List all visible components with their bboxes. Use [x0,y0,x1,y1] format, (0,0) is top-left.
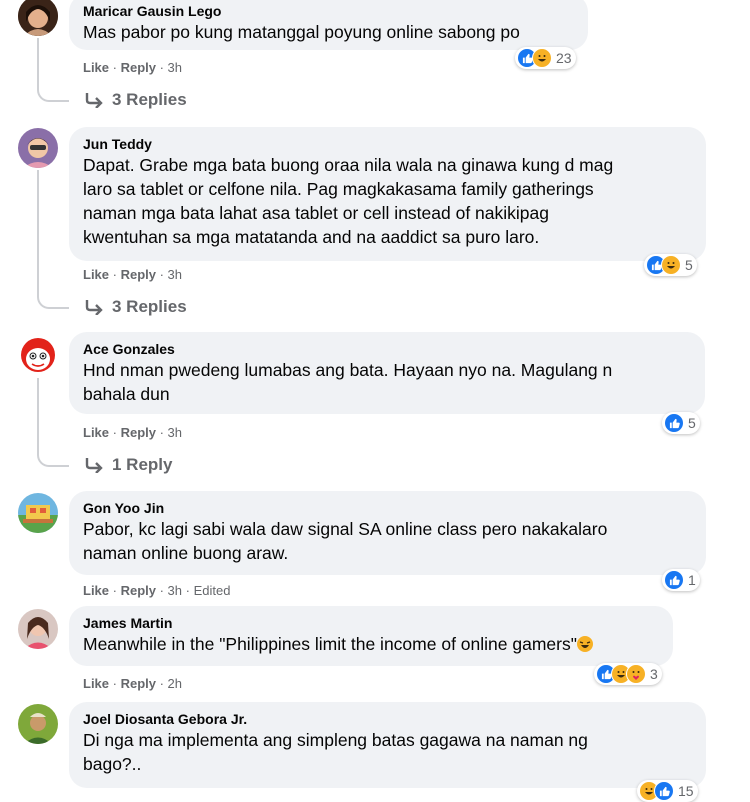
comment-bubble: Maricar Gausin Lego Mas pabor po kung ma… [69,0,588,50]
reply-arrow-icon [85,300,103,315]
avatar[interactable] [18,335,58,375]
reaction-summary[interactable]: 15 [637,780,698,802]
view-replies-button[interactable]: 3 Replies [84,297,187,317]
comment-text-line: Di nga ma implementa ang simpleng batas … [83,730,588,750]
reaction-count: 15 [678,783,694,799]
reply-button[interactable]: Reply [121,676,156,691]
edited-label[interactable]: Edited [194,583,231,598]
comment-bubble: James Martin Meanwhile in the "Philippin… [69,606,673,666]
comment-actions: Like · Reply · 3h [83,60,183,75]
thread-curve [37,86,69,102]
thread-curve [37,451,69,467]
comment-author[interactable]: Jun Teddy [83,135,692,153]
replies-label: 1 Reply [112,455,173,474]
avatar[interactable] [18,704,58,744]
thread-curve [37,293,69,309]
comment-text-line: Dapat. Grabe mga bata buong oraa nila wa… [83,155,614,175]
reaction-count: 3 [650,666,658,682]
comment-text-line: bahala dun [83,384,170,404]
replies-label: 3 Replies [112,297,187,316]
comment-actions: Like · Reply · 2h [83,676,183,691]
thread-line [37,38,39,86]
comment-author[interactable]: Maricar Gausin Lego [83,2,574,20]
comment-timestamp[interactable]: 3h [168,60,182,75]
reply-button[interactable]: Reply [121,425,156,440]
like-reaction-icon [664,570,684,590]
like-button[interactable]: Like [83,425,109,440]
reaction-count: 1 [688,572,696,588]
reply-arrow-icon [85,458,103,473]
comment-text-line: naman online buong araw. [83,543,289,563]
avatar[interactable] [18,0,58,36]
comment-actions: Like · Reply · 3h [83,425,183,440]
comment-text-line: Pabor, kc lagi sabi wala daw signal SA o… [83,519,608,539]
comment-bubble: Gon Yoo Jin Pabor, kc lagi sabi wala daw… [69,491,706,575]
comment-text-line: kwentuhan sa mga matatanda and na aaddic… [83,227,540,247]
like-button[interactable]: Like [83,676,109,691]
comment-author[interactable]: James Martin [83,614,659,632]
view-replies-button[interactable]: 1 Reply [84,455,172,475]
care-reaction-icon [626,664,646,684]
comment-timestamp[interactable]: 3h [168,267,182,282]
comment-text: Mas pabor po kung matanggal poyung onlin… [83,22,520,42]
view-replies-button[interactable]: 3 Replies [84,90,187,110]
replies-label: 3 Replies [112,90,187,109]
comment-text-content: Meanwhile in the "Philippines limit the … [83,634,577,654]
like-button[interactable]: Like [83,583,109,598]
thread-line [37,378,39,451]
laughing-emoji-icon [576,636,593,652]
reply-button[interactable]: Reply [121,583,156,598]
reaction-count: 23 [556,50,572,66]
like-reaction-icon [654,781,674,801]
comment-bubble: Ace Gonzales Hnd nman pwedeng lumabas an… [69,332,705,414]
comment-bubble: Jun Teddy Dapat. Grabe mga bata buong or… [69,127,706,261]
reply-button[interactable]: Reply [121,267,156,282]
comment-timestamp[interactable]: 2h [168,676,182,691]
comment-bubble: Joel Diosanta Gebora Jr. Di nga ma imple… [69,702,706,788]
avatar[interactable] [18,128,58,168]
comment-text: Meanwhile in the "Philippines limit the … [83,632,659,656]
like-button[interactable]: Like [83,60,109,75]
comment-author[interactable]: Gon Yoo Jin [83,499,692,517]
avatar[interactable] [18,609,58,649]
reaction-summary[interactable]: 5 [644,254,697,276]
reaction-count: 5 [685,257,693,273]
reaction-summary[interactable]: 23 [515,47,576,69]
comment-text-line: laro sa tablet or celfone nila. Pag magk… [83,179,594,199]
thread-line [37,170,39,293]
like-reaction-icon [664,413,684,433]
reaction-count: 5 [688,415,696,431]
reaction-summary[interactable]: 5 [662,412,700,434]
haha-reaction-icon [532,48,552,68]
comment-text-line: Hnd nman pwedeng lumabas ang bata. Hayaa… [83,360,613,380]
reaction-summary[interactable]: 1 [662,569,700,591]
comment-author[interactable]: Joel Diosanta Gebora Jr. [83,710,692,728]
comment-actions: Like · Reply · 3h · Edited [83,583,231,598]
comment-timestamp[interactable]: 3h [168,425,182,440]
reply-button[interactable]: Reply [121,60,156,75]
reaction-summary[interactable]: 3 [594,663,662,685]
comment-actions: Like · Reply · 3h [83,267,183,282]
comment-author[interactable]: Ace Gonzales [83,340,691,358]
comment-text-line: bago?.. [83,754,142,774]
reply-arrow-icon [85,93,103,108]
like-button[interactable]: Like [83,267,109,282]
comment-text-line: naman mga bata lahat asa tablet or cell … [83,203,549,223]
avatar[interactable] [18,493,58,533]
haha-reaction-icon [661,255,681,275]
comment-timestamp[interactable]: 3h [168,583,182,598]
